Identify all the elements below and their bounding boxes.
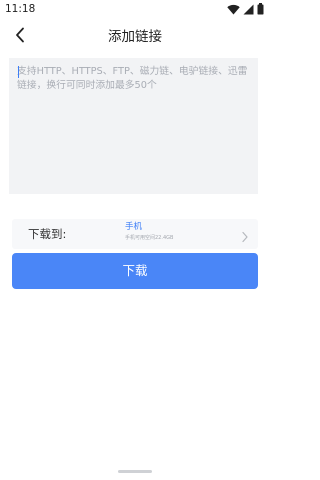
destination-label: 下载到: [28,227,67,241]
status-icons [227,3,264,15]
link-input-area [9,58,258,194]
status-time: 11:18 [5,3,36,15]
chevron-right-icon [241,228,249,243]
destination-name: 手机 [125,222,143,232]
signal-icon [243,4,254,15]
header: 添加链接 [0,18,270,56]
status-bar: 11:18 [0,0,270,18]
download-destination-row[interactable]: 下载到: 手机 手机可用空间22.4GB [12,219,258,249]
destination-space: 手机可用空间22.4GB [125,235,174,241]
download-button[interactable]: 下载 [12,253,258,289]
battery-icon [257,3,264,15]
page-title: 添加链接 [108,29,162,45]
home-indicator [118,470,152,473]
link-input[interactable] [9,58,258,194]
text-caret [18,66,19,78]
wifi-icon [227,4,240,15]
